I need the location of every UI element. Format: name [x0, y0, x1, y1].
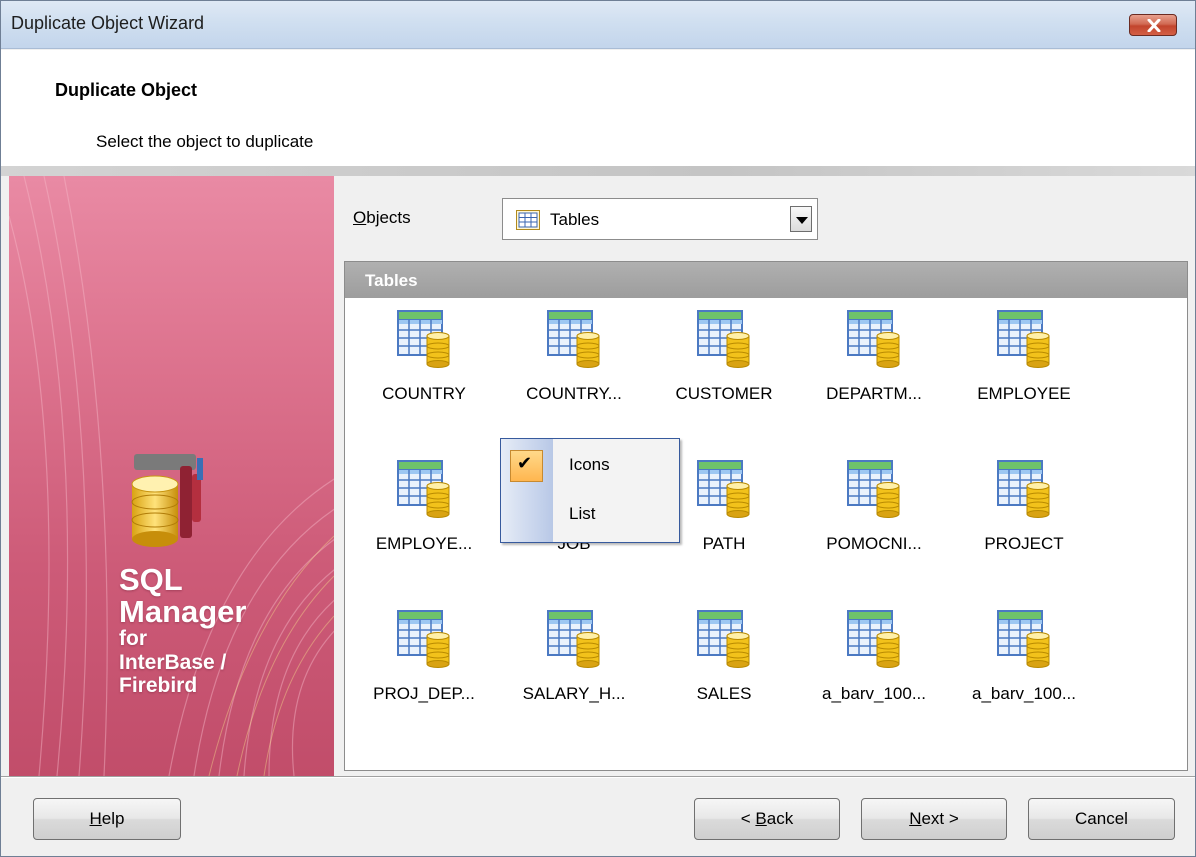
wizard-header: Duplicate Object Select the object to du…: [1, 50, 1195, 166]
table-item[interactable]: PROJ_DEP...: [349, 602, 499, 706]
table-item[interactable]: PROJECT: [949, 452, 1099, 556]
table-item-label: CUSTOMER: [675, 384, 773, 403]
table-icon: [397, 610, 453, 673]
dropdown-button[interactable]: [790, 206, 812, 232]
table-item-label: a_barv_100...: [972, 684, 1076, 703]
step-title: Duplicate Object: [55, 80, 198, 100]
table-icon: [847, 610, 903, 673]
next-label: ext >: [921, 809, 959, 828]
table-item[interactable]: a_barv_100...: [949, 602, 1099, 706]
table-item[interactable]: POMOCNI...: [799, 452, 949, 556]
next-accel: N: [909, 809, 922, 828]
objects-select[interactable]: Tables: [502, 198, 818, 240]
table-icon: [547, 310, 603, 373]
objects-select-value: Tables: [550, 210, 600, 229]
table-item[interactable]: COUNTRY...: [499, 302, 649, 406]
table-icon: [847, 460, 903, 523]
table-item-label: SALES: [696, 684, 752, 703]
banner-line-manager: Manager: [119, 593, 247, 629]
table-item[interactable]: SALES: [649, 602, 799, 706]
table-item-label: PROJECT: [984, 534, 1064, 553]
table-item[interactable]: CUSTOMER: [649, 302, 799, 406]
menu-item-icons[interactable]: ✔ Icons: [501, 441, 679, 487]
table-item-label: SALARY_H...: [522, 684, 626, 703]
table-item-label: POMOCNI...: [826, 534, 922, 553]
menu-item-list[interactable]: List: [501, 490, 679, 536]
banner-line-interbase: InterBase /: [119, 650, 227, 674]
table-item[interactable]: EMPLOYEE: [949, 302, 1099, 406]
wizard-window: Duplicate Object Wizard Duplicate Object…: [0, 0, 1196, 857]
product-name: SQL Manager for InterBase / Firebird: [119, 564, 246, 698]
back-prefix: <: [740, 809, 756, 828]
table-item-label: EMPLOYE...: [375, 534, 473, 553]
table-icon: [847, 310, 903, 373]
title-bar[interactable]: Duplicate Object Wizard: [1, 1, 1195, 49]
back-button[interactable]: < Back: [694, 798, 840, 840]
window-title: Duplicate Object Wizard: [11, 13, 205, 33]
help-label: elp: [101, 809, 125, 828]
cancel-label: Cancel: [1075, 809, 1128, 828]
footer-divider: [1, 776, 1195, 778]
table-icon: [516, 210, 540, 230]
objects-list[interactable]: Tables COUNTRY COUNTRY... CUSTOMER DEPARTM.…: [344, 261, 1188, 771]
help-button[interactable]: Help: [33, 798, 181, 840]
table-item[interactable]: EMPLOYE...: [349, 452, 499, 556]
chevron-down-icon: [796, 217, 808, 224]
table-item-label: a_barv_100...: [822, 684, 926, 703]
table-icon: [397, 460, 453, 523]
check-icon: ✔: [510, 450, 543, 482]
table-icon: [697, 310, 753, 373]
table-item-label: COUNTRY: [382, 384, 466, 403]
banner-line-firebird: Firebird: [119, 674, 198, 698]
table-icon: [547, 610, 603, 673]
table-icon: [697, 610, 753, 673]
table-icon: [997, 310, 1053, 373]
close-button[interactable]: [1129, 14, 1177, 36]
table-item-label: COUNTRY...: [526, 384, 622, 403]
header-divider: [1, 166, 1195, 176]
back-accel: B: [755, 809, 767, 828]
view-context-menu: ✔ Icons List: [500, 438, 680, 543]
sql-manager-logo: [131, 454, 203, 547]
list-header: Tables: [345, 262, 1187, 298]
help-accel: H: [89, 809, 102, 828]
banner-line-for: for: [119, 627, 147, 651]
menu-item-label: Icons: [569, 455, 610, 474]
banner-line-sql: SQL: [119, 562, 183, 597]
table-item[interactable]: a_barv_100...: [799, 602, 949, 706]
close-icon: [1147, 19, 1161, 32]
table-item[interactable]: DEPARTM...: [799, 302, 949, 406]
product-banner: SQL Manager for InterBase / Firebird: [9, 176, 334, 776]
table-icon: [997, 460, 1053, 523]
table-item[interactable]: SALARY_H...: [499, 602, 649, 706]
list-header-title: Tables: [365, 271, 418, 290]
table-icon: [397, 310, 453, 373]
objects-label: Objects: [353, 208, 411, 228]
step-subtitle: Select the object to duplicate: [96, 132, 314, 151]
table-icon: [697, 460, 753, 523]
menu-item-label: List: [569, 504, 596, 523]
objects-label-accel: O: [353, 208, 367, 227]
table-icon: [997, 610, 1053, 673]
back-label: ack: [766, 809, 794, 828]
table-item-label: EMPLOYEE: [977, 384, 1071, 403]
table-item-label: PROJ_DEP...: [373, 684, 475, 703]
objects-label-rest: bjects: [366, 208, 411, 227]
table-item[interactable]: COUNTRY: [349, 302, 499, 406]
next-button[interactable]: Next >: [861, 798, 1007, 840]
table-item-label: DEPARTM...: [826, 384, 922, 403]
cancel-button[interactable]: Cancel: [1028, 798, 1175, 840]
